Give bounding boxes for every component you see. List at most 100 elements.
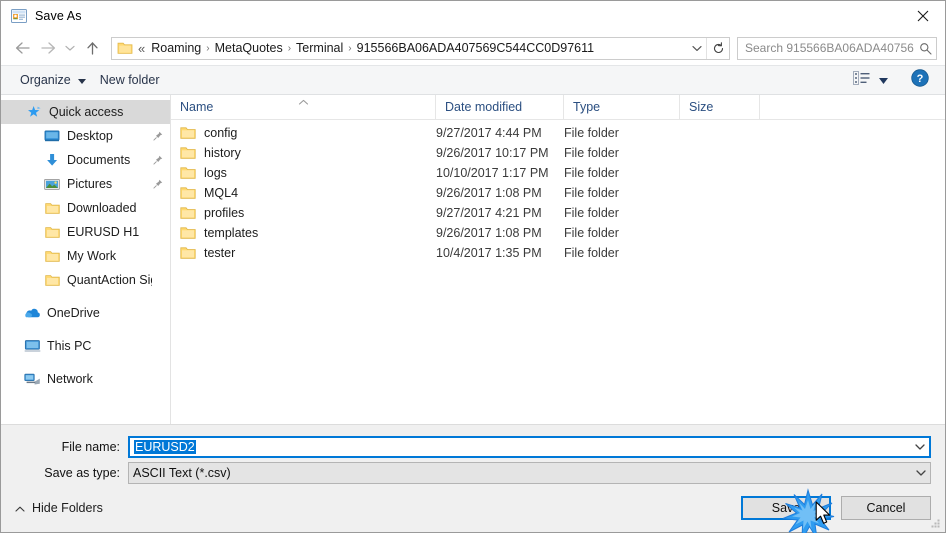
onedrive-cloud-icon <box>23 305 41 321</box>
breadcrumb-item-terminal-id[interactable]: 915566BA06ADA407569C544CC0D97611 <box>354 41 597 55</box>
sidebar-label: EURUSD H1 <box>67 225 140 239</box>
save-as-type-combobox[interactable]: ASCII Text (*.csv) <box>128 462 931 484</box>
change-view-button[interactable] <box>848 68 893 93</box>
organize-label: Organize <box>20 73 71 87</box>
file-name-input[interactable]: EURUSD2 <box>130 440 911 454</box>
chevron-down-icon <box>915 444 925 450</box>
file-name: profiles <box>204 206 245 220</box>
pin-icon[interactable] <box>152 155 164 165</box>
folder-icon <box>43 200 61 216</box>
row-name-cell: history <box>171 146 436 160</box>
row-date-cell: 10/4/2017 1:35 PM <box>436 246 542 260</box>
row-date-cell: 9/27/2017 4:21 PM <box>436 206 542 220</box>
breadcrumb-item-roaming[interactable]: Roaming <box>148 41 204 55</box>
sidebar-item-eurusd-h1[interactable]: EURUSD H1 <box>1 220 170 244</box>
save-as-type-dropdown-button[interactable] <box>912 470 930 476</box>
sidebar-item-downloaded[interactable]: Downloaded <box>1 196 170 220</box>
breadcrumb-item-metaquotes[interactable]: MetaQuotes <box>212 41 286 55</box>
table-row[interactable]: templates 9/26/2017 1:08 PM File folder <box>171 223 945 243</box>
toolbar-right-group: ? <box>848 68 935 93</box>
column-header-name[interactable]: Name <box>171 94 436 120</box>
table-row[interactable]: logs 10/10/2017 1:17 PM File folder <box>171 163 945 183</box>
network-icon <box>23 371 41 387</box>
close-button[interactable] <box>900 1 945 30</box>
table-row[interactable]: history 9/26/2017 10:17 PM File folder <box>171 143 945 163</box>
sidebar-item-desktop[interactable]: Desktop <box>1 124 170 148</box>
row-name-cell: config <box>171 126 436 140</box>
sidebar-item-quantaction-signal[interactable]: QuantAction Signal <box>1 268 170 292</box>
recent-locations-button[interactable] <box>61 35 79 61</box>
row-name-cell: MQL4 <box>171 186 436 200</box>
row-type-cell: File folder <box>564 246 619 260</box>
row-type-cell: File folder <box>564 146 619 160</box>
caret-down-icon <box>879 71 888 89</box>
table-row[interactable]: profiles 9/27/2017 4:21 PM File folder <box>171 203 945 223</box>
save-as-dialog: Save As « Roaming › MetaQuotes › Termina… <box>0 0 946 533</box>
row-name-cell: templates <box>171 226 436 240</box>
back-arrow-icon <box>15 42 30 54</box>
cancel-button[interactable]: Cancel <box>841 496 931 520</box>
documents-download-icon <box>43 152 61 168</box>
sort-ascending-icon <box>298 95 309 105</box>
column-header-type[interactable]: Type <box>564 94 680 120</box>
view-layout-icon <box>853 70 870 90</box>
sidebar-item-pictures[interactable]: Pictures <box>1 172 170 196</box>
address-dropdown-button[interactable] <box>688 38 706 59</box>
sidebar-item-quick-access[interactable]: Quick access <box>1 100 170 124</box>
save-as-type-label: Save as type: <box>44 466 120 480</box>
sidebar-item-documents[interactable]: Documents <box>1 148 170 172</box>
chevron-down-icon <box>65 45 75 51</box>
save-as-app-icon <box>11 8 27 24</box>
navigation-sidebar: Quick access Desktop Documents Pictures … <box>1 95 171 424</box>
table-row[interactable]: config 9/27/2017 4:44 PM File folder <box>171 123 945 143</box>
organize-button[interactable]: Organize <box>13 70 93 90</box>
file-name: config <box>204 126 238 140</box>
column-header-date-modified[interactable]: Date modified <box>436 94 564 120</box>
table-row[interactable]: tester 10/4/2017 1:35 PM File folder <box>171 243 945 263</box>
desktop-icon <box>43 128 61 144</box>
forward-button[interactable] <box>35 35 61 61</box>
pin-icon[interactable] <box>152 131 164 141</box>
sidebar-label: My Work <box>67 249 117 263</box>
new-folder-button[interactable]: New folder <box>93 70 167 90</box>
file-name-combobox[interactable]: EURUSD2 <box>128 436 931 458</box>
file-name-dropdown-button[interactable] <box>911 444 929 450</box>
sidebar-item-network[interactable]: Network <box>1 367 170 391</box>
search-input[interactable]: Search 915566BA06ADA40756... <box>738 41 914 55</box>
caret-down-icon <box>77 73 86 87</box>
sidebar-item-this-pc[interactable]: This PC <box>1 334 170 358</box>
file-name: templates <box>204 226 259 240</box>
file-rows: config 9/27/2017 4:44 PM File folder his… <box>171 120 945 424</box>
this-pc-icon <box>23 338 41 354</box>
address-bar[interactable]: « Roaming › MetaQuotes › Terminal › 9155… <box>111 36 730 60</box>
back-button[interactable] <box>9 35 35 61</box>
help-button[interactable]: ? <box>905 68 935 92</box>
save-as-type-row: Save as type: ASCII Text (*.csv) <box>1 462 945 484</box>
table-row[interactable]: MQL4 9/26/2017 1:08 PM File folder <box>171 183 945 203</box>
folder-icon <box>43 272 61 288</box>
hide-folders-button[interactable]: Hide Folders <box>11 501 103 515</box>
breadcrumb-separator: › <box>348 42 352 54</box>
breadcrumb-item-terminal[interactable]: Terminal <box>293 41 346 55</box>
breadcrumb-overflow[interactable]: « <box>137 41 148 56</box>
folder-icon <box>43 224 61 240</box>
column-header-filler <box>760 95 945 120</box>
sidebar-item-onedrive[interactable]: OneDrive <box>1 301 170 325</box>
refresh-button[interactable] <box>707 38 729 59</box>
save-button[interactable]: Save <box>741 496 831 520</box>
pin-icon[interactable] <box>152 179 164 189</box>
command-toolbar: Organize New folder ? <box>1 65 945 95</box>
resize-grip-icon[interactable] <box>929 517 942 530</box>
column-label: Type <box>573 100 601 114</box>
sidebar-label: Downloaded <box>67 201 137 215</box>
row-date-cell: 10/10/2017 1:17 PM <box>436 166 549 180</box>
chevron-down-icon <box>916 470 926 476</box>
up-one-level-button[interactable] <box>79 35 105 61</box>
sidebar-item-my-work[interactable]: My Work <box>1 244 170 268</box>
search-box[interactable]: Search 915566BA06ADA40756... <box>737 36 937 60</box>
column-header-size[interactable]: Size <box>680 94 760 120</box>
sidebar-label: This PC <box>47 339 92 353</box>
breadcrumb: « Roaming › MetaQuotes › Terminal › 9155… <box>137 41 688 56</box>
